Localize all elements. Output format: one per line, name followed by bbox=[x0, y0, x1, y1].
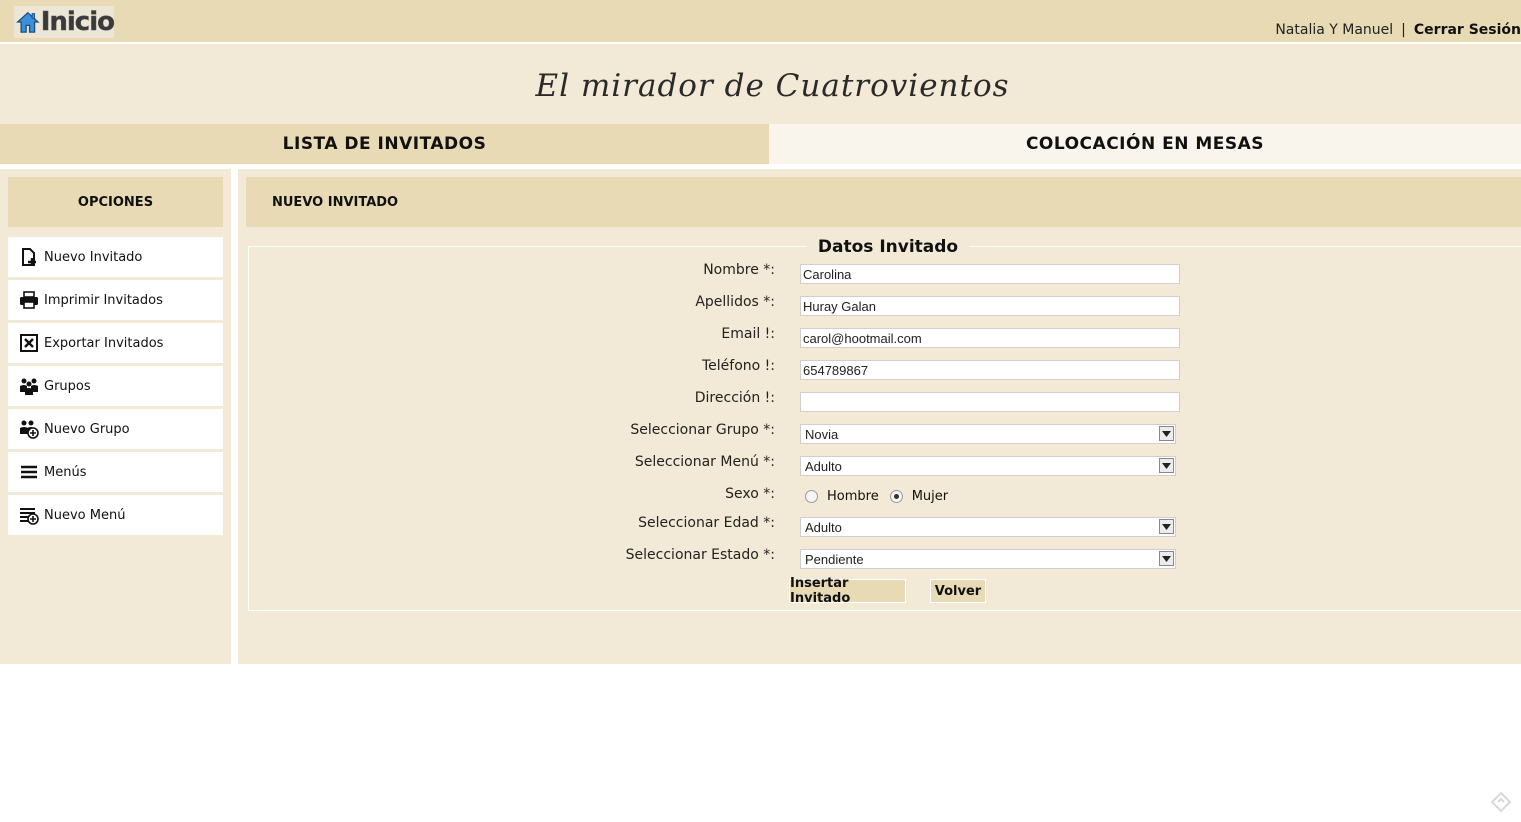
section-header: NUEVO INVITADO bbox=[246, 177, 1521, 227]
volver-button[interactable]: Volver bbox=[930, 579, 986, 603]
dropdown-arrow-icon bbox=[1159, 519, 1174, 534]
add-menu-icon bbox=[19, 505, 39, 525]
sexo-label: Sexo *: bbox=[725, 486, 775, 502]
home-link[interactable]: Inicio bbox=[14, 6, 115, 38]
tab-label: LISTA DE INVITADOS bbox=[282, 134, 487, 154]
sidebar-item-grupos[interactable]: Grupos bbox=[8, 366, 223, 406]
printer-icon bbox=[19, 290, 39, 310]
user-name: Natalia Y Manuel bbox=[1275, 22, 1394, 38]
sidebar-item-nuevo-grupo[interactable]: Nuevo Grupo bbox=[8, 409, 223, 449]
grupo-select[interactable]: Novia bbox=[800, 424, 1176, 444]
sidebar-item-nuevo-invitado[interactable]: Nuevo Invitado bbox=[8, 237, 223, 277]
main-panel: NUEVO INVITADO Datos Invitado Nombre *: … bbox=[238, 169, 1521, 664]
telefono-input[interactable] bbox=[800, 360, 1180, 380]
insert-invitado-button[interactable]: Insertar Invitado bbox=[789, 576, 906, 606]
apellidos-label: Apellidos *: bbox=[695, 294, 775, 310]
sexo-hombre-label: Hombre bbox=[827, 489, 879, 504]
apellidos-input[interactable] bbox=[800, 296, 1180, 316]
tab-lista-invitados[interactable]: LISTA DE INVITADOS bbox=[0, 124, 769, 164]
sexo-radio-group: Hombre Mujer bbox=[805, 489, 948, 504]
menu-label: Seleccionar Menú *: bbox=[634, 454, 775, 470]
menu-select[interactable]: Adulto bbox=[800, 456, 1176, 476]
sidebar-item-menus[interactable]: Menús bbox=[8, 452, 223, 492]
nombre-input[interactable] bbox=[800, 264, 1180, 284]
add-group-icon bbox=[19, 419, 39, 439]
user-area: Natalia Y Manuel | Cerrar Sesión bbox=[1275, 22, 1521, 38]
sidebar-title: OPCIONES bbox=[8, 177, 223, 227]
sidebar-item-label: Nuevo Grupo bbox=[44, 421, 130, 437]
estado-select[interactable]: Pendiente bbox=[800, 549, 1176, 569]
excel-export-icon bbox=[19, 333, 39, 353]
menu-value: Adulto bbox=[805, 459, 842, 474]
nombre-label: Nombre *: bbox=[703, 262, 775, 278]
sidebar-item-exportar-invitados[interactable]: Exportar Invitados bbox=[8, 323, 223, 363]
logout-link[interactable]: Cerrar Sesión bbox=[1414, 22, 1521, 38]
sexo-hombre-radio[interactable] bbox=[805, 490, 818, 503]
telefono-label: Teléfono !: bbox=[701, 358, 775, 374]
banner: El mirador de Cuatrovientos bbox=[0, 44, 1521, 124]
sidebar: OPCIONES Nuevo Invitado Imprimir Invitad… bbox=[0, 169, 231, 664]
sidebar-item-label: Nuevo Menú bbox=[44, 507, 126, 523]
direccion-label: Dirección !: bbox=[694, 390, 775, 406]
grupo-label: Seleccionar Grupo *: bbox=[630, 422, 775, 438]
sidebar-item-label: Exportar Invitados bbox=[44, 335, 164, 351]
edad-label: Seleccionar Edad *: bbox=[638, 515, 775, 531]
grupo-value: Novia bbox=[805, 427, 839, 442]
home-label: Inicio bbox=[40, 7, 115, 37]
estado-value: Pendiente bbox=[805, 552, 864, 567]
sidebar-item-imprimir-invitados[interactable]: Imprimir Invitados bbox=[8, 280, 223, 320]
estado-label: Seleccionar Estado *: bbox=[625, 547, 775, 563]
sexo-mujer-label: Mujer bbox=[911, 489, 949, 504]
email-input[interactable] bbox=[800, 328, 1180, 348]
scroll-indicator-icon bbox=[1490, 791, 1512, 813]
sidebar-item-label: Nuevo Invitado bbox=[44, 249, 143, 265]
form-title: Datos Invitado bbox=[807, 237, 969, 257]
sidebar-item-nuevo-menu[interactable]: Nuevo Menú bbox=[8, 495, 223, 535]
dropdown-arrow-icon bbox=[1159, 458, 1174, 473]
direccion-input[interactable] bbox=[800, 392, 1180, 412]
new-document-icon bbox=[19, 247, 39, 267]
tab-label: COLOCACIÓN EN MESAS bbox=[1025, 134, 1265, 154]
banner-title: El mirador de Cuatrovientos bbox=[535, 68, 1010, 104]
sidebar-item-label: Menús bbox=[44, 464, 87, 480]
dropdown-arrow-icon bbox=[1159, 551, 1174, 566]
home-icon bbox=[16, 11, 40, 33]
tab-colocacion-mesas[interactable]: COLOCACIÓN EN MESAS bbox=[769, 124, 1521, 164]
sidebar-item-label: Imprimir Invitados bbox=[44, 292, 163, 308]
section-title: NUEVO INVITADO bbox=[272, 194, 399, 210]
menu-list-icon bbox=[19, 462, 39, 482]
separator: | bbox=[1401, 22, 1406, 38]
email-label: Email !: bbox=[721, 326, 775, 342]
top-bar: Inicio Natalia Y Manuel | Cerrar Sesión bbox=[0, 0, 1521, 42]
group-icon bbox=[19, 376, 39, 396]
sexo-mujer-radio[interactable] bbox=[889, 490, 903, 503]
dropdown-arrow-icon bbox=[1159, 426, 1174, 441]
sidebar-item-label: Grupos bbox=[44, 378, 91, 394]
edad-value: Adulto bbox=[805, 520, 842, 535]
edad-select[interactable]: Adulto bbox=[800, 517, 1176, 537]
